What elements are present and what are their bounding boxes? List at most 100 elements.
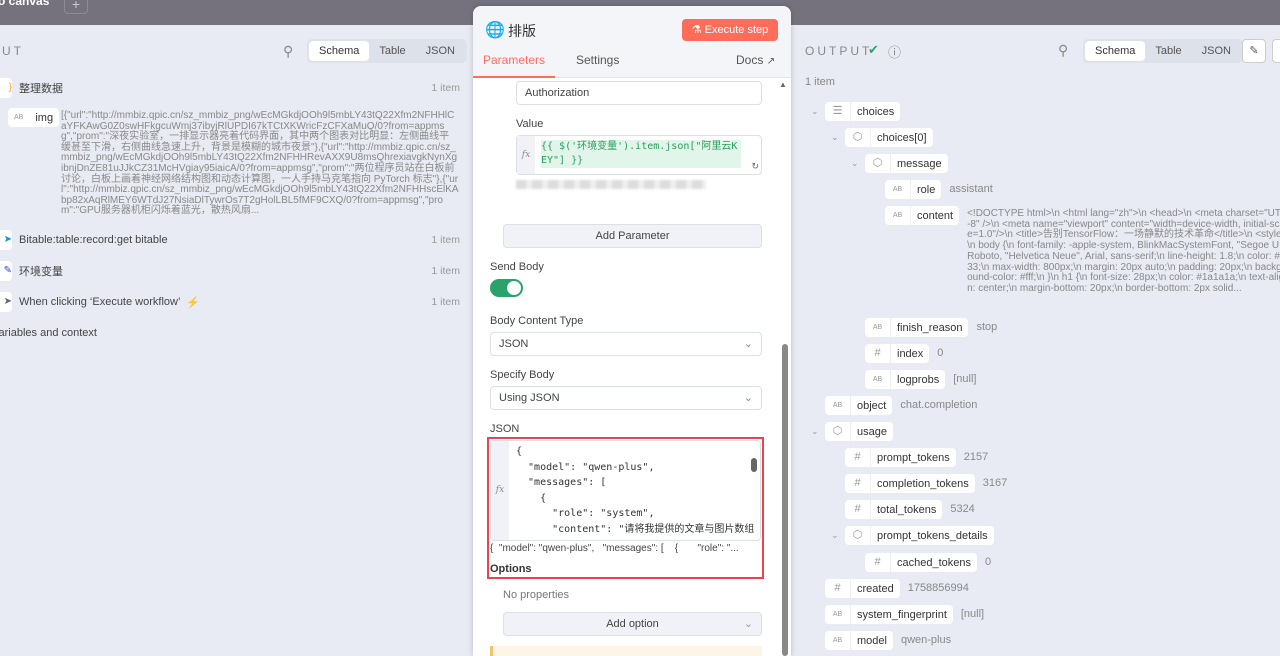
options-label: Options <box>490 563 532 575</box>
field-pill[interactable]: # cached_tokens <box>865 553 977 572</box>
field-pill[interactable]: # created <box>825 579 900 598</box>
value-label: Value <box>516 118 544 130</box>
field-value: 5324 <box>950 503 975 515</box>
add-tab-button[interactable]: + <box>64 0 88 14</box>
field-pill[interactable]: AB finish_reason <box>865 318 969 337</box>
tree-node-prompt-tokens: # prompt_tokens 2157 <box>831 448 988 467</box>
field-pill[interactable]: ☰ choices <box>825 102 901 121</box>
view-schema[interactable]: Schema <box>1085 41 1146 61</box>
input-view-toggle: Schema Table JSON <box>307 39 467 63</box>
tree-node-model: AB model qwen-plus <box>811 631 951 650</box>
field-pill[interactable]: AB model <box>825 631 893 650</box>
field-value: 0 <box>937 347 944 359</box>
field-pill[interactable]: # prompt_tokens <box>845 448 956 467</box>
variables-context[interactable]: Variables and context <box>0 327 97 339</box>
field-name: role <box>917 183 936 196</box>
json-label: JSON <box>490 423 520 435</box>
string-type-icon: AB <box>871 370 891 389</box>
chevron-down-icon[interactable]: ⌄ <box>831 128 845 147</box>
item-count: 1 item <box>431 234 460 246</box>
fx-icon: fx <box>517 136 535 174</box>
info-icon[interactable]: ⓘ <box>888 42 901 61</box>
field-pill[interactable]: ⬡ prompt_tokens_details <box>845 526 994 545</box>
docs-link[interactable]: Docs ↗ <box>736 53 775 67</box>
specify-body-select[interactable]: Using JSON ⌄ <box>490 386 762 410</box>
view-schema[interactable]: Schema <box>309 41 370 61</box>
chevron-down-icon[interactable]: ⌄ <box>851 154 865 173</box>
field-pill[interactable]: ⬡ usage <box>825 422 893 441</box>
tree-node-choices: ⌄ ☰ choices <box>811 102 901 121</box>
node-header: 🌐 排版 ⚗ Execute step Parameters Settings … <box>473 6 791 78</box>
value-expression-input[interactable]: fx {{ $('环境变量').item.json["阿里云KEY"] }} ↻ <box>516 135 762 175</box>
chevron-down-icon[interactable]: ⌄ <box>811 422 825 441</box>
send-body-toggle[interactable] <box>490 279 523 297</box>
code-line: "model": "qwen-plus", <box>516 461 655 473</box>
input-node-row[interactable]: } 整理数据 1 item <box>0 75 470 101</box>
field-value: stop <box>976 321 998 333</box>
lightning-icon: ⚡ <box>186 296 201 309</box>
chevron-down-icon[interactable]: ⌄ <box>831 526 845 545</box>
string-type-icon: AB <box>831 605 851 624</box>
string-type-icon: AB <box>831 396 851 415</box>
field-name: choices[0] <box>877 131 927 144</box>
braces-icon: } <box>0 78 12 98</box>
field-pill[interactable]: AB object <box>825 396 893 415</box>
field-value: qwen-plus <box>900 634 952 646</box>
tree-node-content: AB content <!DOCTYPE html>\n <html lang="z… <box>871 206 1280 295</box>
number-type-icon: # <box>831 579 851 598</box>
field-pill[interactable]: ⬡ message <box>865 154 948 173</box>
field-pill[interactable]: AB role <box>885 180 942 199</box>
field-pill[interactable]: AB logprobs <box>865 370 946 389</box>
view-table[interactable]: Table <box>1145 41 1191 61</box>
execute-step-button[interactable]: ⚗ Execute step <box>682 19 778 41</box>
cube-icon: ⬡ <box>831 422 851 441</box>
number-type-icon: # <box>871 344 891 363</box>
field-pill[interactable]: AB img <box>8 108 60 127</box>
field-pill[interactable]: # index <box>865 344 930 363</box>
search-icon[interactable]: ⚲ <box>283 43 293 60</box>
view-json[interactable]: JSON <box>1192 41 1241 61</box>
tab-settings[interactable]: Settings <box>576 53 619 67</box>
number-type-icon: # <box>851 500 871 519</box>
chevron-down-icon[interactable]: ⌄ <box>811 102 825 121</box>
string-type-icon: AB <box>891 180 911 199</box>
scroll-up-icon[interactable]: ▲ <box>779 80 787 89</box>
number-type-icon: # <box>851 474 871 493</box>
code-line: "role": "system", <box>516 508 655 519</box>
field-pill[interactable]: # total_tokens <box>845 500 943 519</box>
search-icon[interactable]: ⚲ <box>1058 42 1068 59</box>
edit-output-button[interactable]: ✎ <box>1242 39 1266 63</box>
input-node-row[interactable]: ✎ 环境变量 1 item <box>0 258 470 284</box>
pin-button[interactable] <box>1272 39 1280 63</box>
node-name: Bitable:table:record:get bitable <box>19 234 168 246</box>
header-name-input[interactable]: Authorization <box>516 81 762 105</box>
json-body-editor[interactable]: fx { "model": "qwen-plus", "messages": [… <box>490 440 761 541</box>
add-parameter-button[interactable]: Add Parameter <box>503 224 762 248</box>
node-title[interactable]: 排版 <box>508 21 536 41</box>
input-node-row[interactable]: ➤ When clicking ‘Execute workflow’ ⚡ 1 i… <box>0 289 470 315</box>
selected-value: JSON <box>499 338 529 350</box>
field-name: total_tokens <box>877 503 937 516</box>
number-type-icon: # <box>871 553 891 572</box>
scrollbar[interactable] <box>751 458 757 472</box>
string-type-icon: AB <box>831 631 851 650</box>
field-pill[interactable]: # completion_tokens <box>845 474 975 493</box>
field-pill[interactable]: ⬡ choices[0] <box>845 128 933 147</box>
panel-scrollbar[interactable] <box>782 344 788 656</box>
body-content-type-label: Body Content Type <box>490 315 584 327</box>
field-value: assistant <box>949 183 993 195</box>
tab-parameters[interactable]: Parameters <box>473 51 555 78</box>
add-option-button[interactable]: Add option ⌄ <box>503 612 762 636</box>
view-json[interactable]: JSON <box>416 41 465 61</box>
item-count: 1 item <box>431 265 460 277</box>
field-pill[interactable]: AB system_fingerprint <box>825 605 953 624</box>
field-pill[interactable]: AB content <box>885 206 960 225</box>
body-content-type-select[interactable]: JSON ⌄ <box>490 332 762 356</box>
canvas-tab[interactable]: o canvas <box>0 0 49 8</box>
expand-icon[interactable]: ↻ <box>751 161 759 172</box>
item-count: 1 item <box>431 82 460 94</box>
field-value: [null] <box>953 373 977 385</box>
field-name: message <box>897 157 942 170</box>
input-node-row[interactable]: ➤ Bitable:table:record:get bitable 1 ite… <box>0 227 470 253</box>
view-table[interactable]: Table <box>369 41 415 61</box>
